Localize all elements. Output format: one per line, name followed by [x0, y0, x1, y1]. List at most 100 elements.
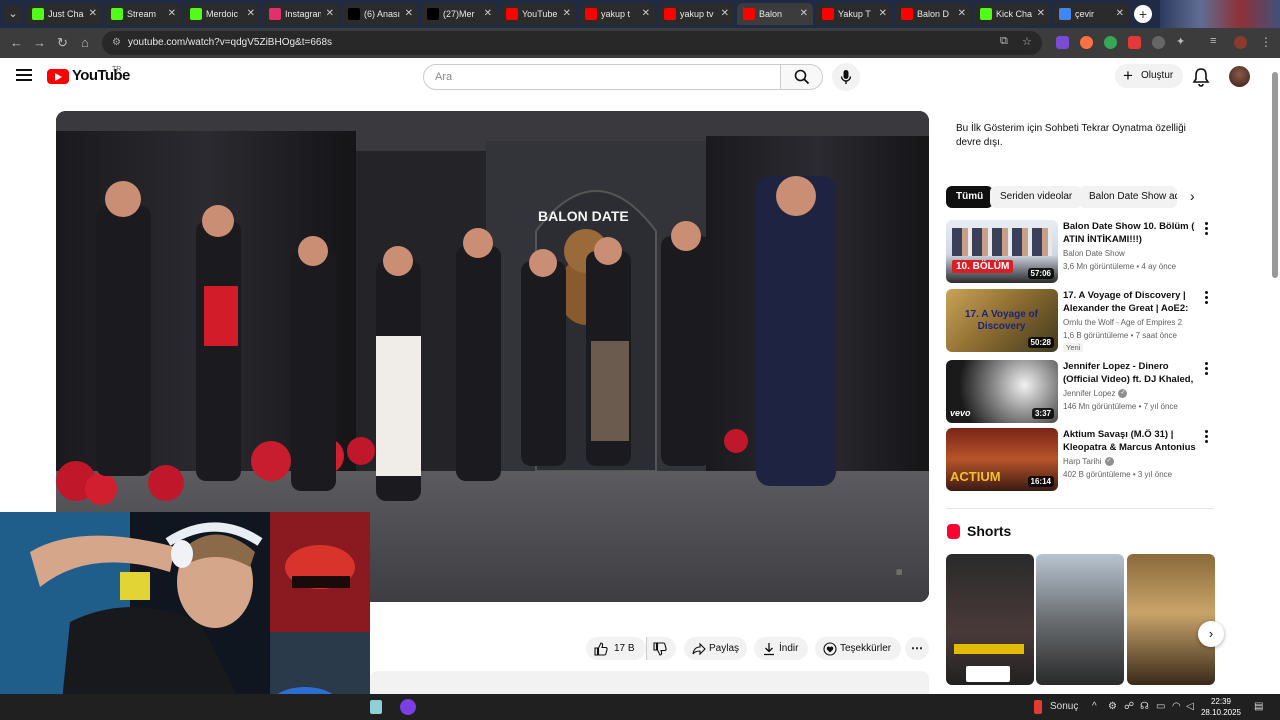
channel-name[interactable]: Balon Date Show [1063, 249, 1125, 258]
video-title[interactable]: 17. A Voyage of Discovery | Alexander th… [1063, 289, 1201, 315]
account-avatar[interactable] [1229, 66, 1250, 87]
extension-icon[interactable] [1104, 36, 1117, 49]
notifications-bell-icon[interactable] [1192, 67, 1210, 87]
tab-close-icon[interactable]: ✕ [800, 3, 808, 25]
tab-close-icon[interactable]: ✕ [168, 3, 176, 25]
search-input[interactable]: Ara [423, 64, 781, 90]
more-options-icon[interactable] [1205, 222, 1209, 237]
tab-close-icon[interactable]: ✕ [1037, 3, 1045, 25]
youtube-logo-icon[interactable] [47, 69, 69, 84]
more-options-icon[interactable] [1205, 430, 1209, 445]
share-button[interactable]: Paylaş [684, 637, 747, 660]
extension-icon[interactable] [1056, 36, 1069, 49]
tab-close-icon[interactable]: ✕ [484, 3, 492, 25]
video-thumbnail[interactable]: ACTIUM 16:14 [946, 428, 1058, 491]
extensions-puzzle-icon[interactable]: ✦ [1176, 35, 1185, 48]
chip-series-videos[interactable]: Seriden videolar [990, 186, 1083, 208]
like-button[interactable]: 17 B [586, 637, 646, 660]
browser-tab[interactable]: Stream ✕ [105, 3, 181, 25]
voice-search-button[interactable] [832, 63, 860, 91]
extension-icon[interactable] [1152, 36, 1165, 49]
chevron-right-icon[interactable]: › [1190, 188, 1195, 204]
recommended-video[interactable]: 17. A Voyage of Discovery 50:28 17. A Vo… [946, 289, 1216, 353]
tray-icon[interactable]: ☊ [1140, 701, 1149, 712]
tab-close-icon[interactable]: ✕ [958, 3, 966, 25]
menu-icon[interactable] [16, 69, 32, 81]
chip-all[interactable]: Tümü [946, 186, 994, 208]
install-app-icon[interactable]: ⧉ [1000, 35, 1008, 48]
shorts-next-button[interactable]: › [1198, 621, 1224, 647]
browser-tab[interactable]: çevir ✕ [1053, 3, 1129, 25]
home-icon[interactable]: ⌂ [81, 35, 89, 50]
tray-icon[interactable]: ⚙ [1108, 701, 1117, 712]
browser-tab[interactable]: Instagram ✕ [263, 3, 339, 25]
bookmark-star-icon[interactable]: ☆ [1022, 35, 1032, 48]
recommended-video[interactable]: 10. BÖLÜM 57:06 Balon Date Show 10. Bölü… [946, 220, 1216, 284]
browser-tab[interactable]: YouTube ✕ [500, 3, 576, 25]
result-app-icon[interactable] [1034, 700, 1042, 714]
more-options-icon[interactable] [1205, 291, 1209, 306]
extension-icon[interactable] [1128, 36, 1141, 49]
browser-tab[interactable]: Kick Cha ✕ [974, 3, 1050, 25]
channel-name[interactable]: Jennifer Lopez ✓ [1063, 389, 1128, 399]
video-title[interactable]: Balon Date Show 10. Bölüm ( ATIN İNTİKAM… [1063, 220, 1201, 246]
tab-close-icon[interactable]: ✕ [563, 3, 571, 25]
extension-icon[interactable] [1080, 36, 1093, 49]
site-info-icon[interactable]: ⚙ [112, 31, 121, 55]
tab-close-icon[interactable]: ✕ [326, 3, 334, 25]
media-controls-icon[interactable]: ≡ [1210, 35, 1216, 47]
browser-tab[interactable]: Balon D ✕ [895, 3, 971, 25]
browser-tab[interactable]: Merdoic ✕ [184, 3, 260, 25]
tab-close-icon[interactable]: ✕ [89, 3, 97, 25]
tab-close-icon[interactable]: ✕ [247, 3, 255, 25]
short-thumbnail[interactable] [1036, 554, 1124, 685]
create-button[interactable]: + Oluştur [1115, 64, 1183, 88]
volume-icon[interactable]: ◁ [1186, 701, 1194, 712]
browser-menu-icon[interactable]: ⋮ [1260, 35, 1272, 49]
short-thumbnail[interactable] [946, 554, 1034, 685]
system-clock[interactable]: 22:39 28.10.2025 [1196, 696, 1246, 718]
recommended-video[interactable]: ACTIUM 16:14 Aktium Savaşı (M.Ö 31) | Kl… [946, 428, 1216, 492]
browser-tab[interactable]: yakup tv ✕ [658, 3, 734, 25]
tab-close-icon[interactable]: ✕ [405, 3, 413, 25]
browser-tab[interactable]: Balon ✕ [737, 3, 813, 25]
tab-close-icon[interactable]: ✕ [642, 3, 650, 25]
video-title[interactable]: Aktium Savaşı (M.Ö 31) | Kleopatra & Mar… [1063, 428, 1201, 454]
page-scrollbar-thumb[interactable] [1272, 72, 1278, 278]
result-label[interactable]: Sonuç [1050, 701, 1078, 712]
forward-icon[interactable]: → [33, 35, 46, 50]
tray-icon[interactable]: ☍ [1124, 701, 1134, 712]
profile-avatar-icon[interactable] [1234, 36, 1247, 49]
tab-close-icon[interactable]: ✕ [721, 3, 729, 25]
chip-channel[interactable]: Balon Date Show adlı [1079, 186, 1177, 208]
tab-close-icon[interactable]: ✕ [879, 3, 887, 25]
search-button[interactable] [781, 64, 823, 90]
browser-tab[interactable]: yakup t ✕ [579, 3, 655, 25]
taskbar-app-icon[interactable] [370, 700, 382, 714]
recommended-video[interactable]: vevo 3:37 Jennifer Lopez - Dinero (Offic… [946, 360, 1216, 424]
video-thumbnail[interactable]: 10. BÖLÜM 57:06 [946, 220, 1058, 283]
browser-tab[interactable]: Just Cha ✕ [26, 3, 102, 25]
tab-close-icon[interactable]: ✕ [1116, 3, 1124, 25]
address-bar[interactable]: ⚙ youtube.com/watch?v=qdgV5ZiBHOg&t=668s [102, 31, 1042, 55]
more-options-icon[interactable] [1205, 362, 1209, 377]
reload-icon[interactable]: ↻ [57, 35, 68, 51]
wifi-icon[interactable]: ◠ [1172, 701, 1181, 712]
dislike-button[interactable] [646, 637, 676, 660]
video-title[interactable]: Jennifer Lopez - Dinero (Official Video)… [1063, 360, 1201, 386]
tab-search-icon[interactable]: ⌄ [4, 5, 22, 23]
chevron-up-icon[interactable]: ^ [1092, 701, 1097, 712]
browser-tab[interactable]: (27)Mer ✕ [421, 3, 497, 25]
thanks-button[interactable]: Teşekkürler [815, 637, 901, 660]
channel-name[interactable]: Ornlu the Wolf - Age of Empires 2 [1063, 318, 1182, 327]
download-button[interactable]: İndir [754, 637, 808, 660]
back-icon[interactable]: ← [10, 35, 23, 50]
tray-icon[interactable]: ▭ [1156, 701, 1165, 712]
new-tab-button[interactable]: + [1134, 5, 1152, 23]
video-thumbnail[interactable]: vevo 3:37 [946, 360, 1058, 423]
more-actions-button[interactable]: ⋯ [905, 637, 929, 660]
browser-tab[interactable]: Yakup T ✕ [816, 3, 892, 25]
browser-tab[interactable]: (6) Anası ✕ [342, 3, 418, 25]
short-thumbnail[interactable] [1127, 554, 1215, 685]
notification-center-icon[interactable]: ▤ [1254, 701, 1263, 712]
